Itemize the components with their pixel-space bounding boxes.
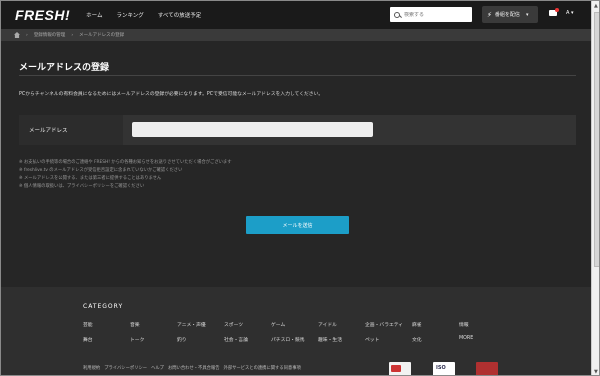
footer-links: 利用規約 プライバシーポリシー ヘルプ お問い合わせ・不具合報告 外部サービスと… bbox=[83, 365, 301, 371]
search-input[interactable] bbox=[404, 11, 469, 18]
footer-link-privacy[interactable]: プライバシーポリシー bbox=[104, 365, 147, 371]
footer-link-contact[interactable]: お問い合わせ・不具合報告 bbox=[168, 365, 220, 371]
home-icon[interactable] bbox=[14, 32, 20, 38]
category-link[interactable]: パチスロ・競馬 bbox=[271, 336, 318, 343]
partner-logo-icon bbox=[391, 365, 401, 372]
page-title: メールアドレスの登録 bbox=[19, 63, 110, 73]
footer-link-help[interactable]: ヘルプ bbox=[151, 365, 164, 371]
chevron-down-icon: ▾ bbox=[525, 11, 529, 18]
category-link[interactable]: 釣り bbox=[177, 336, 224, 343]
category-link[interactable]: 音楽 bbox=[130, 321, 177, 328]
page-description: PCからチャンネルの有料会員になるためにはメールアドレスの登録が必要になります。… bbox=[19, 92, 324, 97]
breadcrumb: › 登録情報の管理 › メールアドレスの登録 bbox=[1, 29, 591, 41]
category-link[interactable]: 企画・バラエティ bbox=[365, 321, 412, 328]
email-label: メールアドレス bbox=[19, 115, 123, 145]
search-icon bbox=[394, 11, 400, 18]
main-content: メールアドレスの登録 PCからチャンネルの有料会員になるためにはメールアドレスの… bbox=[1, 41, 591, 287]
scroll-down-icon[interactable]: ▼ bbox=[594, 369, 598, 375]
scrollbar-thumb[interactable] bbox=[594, 12, 599, 267]
notification-dot-icon bbox=[555, 8, 559, 12]
partner-badge-icon[interactable]: ISO bbox=[433, 362, 455, 375]
partner-badge-icon[interactable] bbox=[389, 362, 411, 375]
user-initial: A bbox=[566, 10, 570, 16]
breadcrumb-separator-icon: › bbox=[26, 32, 28, 38]
note-item: ※ 個人情報の取扱いは、プライバシーポリシーをご確認ください bbox=[19, 184, 145, 189]
category-link[interactable]: アニメ・声優 bbox=[177, 321, 224, 328]
notes-list: ※ お支払いの手続等の場合のご連絡や FRESH! からの各種お知らせをお送りさ… bbox=[19, 159, 232, 191]
search-box[interactable] bbox=[390, 7, 472, 22]
category-link[interactable]: 芸能 bbox=[83, 321, 130, 328]
site-header: FRESH! ホーム ランキング すべての放送予定 ⚡ 番組を配信 ▾ A ▾ bbox=[1, 1, 591, 29]
title-divider bbox=[19, 75, 576, 76]
email-field[interactable] bbox=[132, 122, 373, 137]
footer-link-terms[interactable]: 利用規約 bbox=[83, 365, 100, 371]
category-link[interactable]: 情報 bbox=[459, 321, 506, 328]
category-link[interactable]: ゲーム bbox=[271, 321, 318, 328]
broadcast-label: 番組を配信 bbox=[494, 12, 520, 18]
note-item: ※ メールアドレスを公開する、または第三者に提供することはありません bbox=[19, 176, 162, 181]
category-link[interactable]: アイドル bbox=[318, 321, 365, 328]
category-link[interactable]: 社会・言論 bbox=[224, 336, 271, 343]
category-link[interactable]: 舞台 bbox=[83, 336, 130, 343]
category-link[interactable]: ペット bbox=[365, 336, 412, 343]
broadcast-button[interactable]: ⚡ 番組を配信 ▾ bbox=[482, 6, 538, 23]
nav-schedule[interactable]: すべての放送予定 bbox=[158, 11, 201, 19]
browser-frame: FRESH! ホーム ランキング すべての放送予定 ⚡ 番組を配信 ▾ A ▾ … bbox=[0, 0, 600, 376]
footer-link-external[interactable]: 外部サービスとの連携に関する同意事項 bbox=[224, 365, 301, 371]
page-scrollbar[interactable]: ▲ ▼ bbox=[591, 1, 599, 375]
nav-ranking[interactable]: ランキング bbox=[116, 11, 143, 19]
main-nav: ホーム ランキング すべての放送予定 bbox=[86, 11, 201, 19]
breadcrumb-separator-icon: › bbox=[71, 32, 74, 38]
category-link[interactable]: トーク bbox=[130, 336, 177, 343]
breadcrumb-item-current: メールアドレスの登録 bbox=[79, 33, 125, 38]
category-grid: 芸能 音楽 アニメ・声優 スポーツ ゲーム アイドル 企画・バラエティ 麻雀 情… bbox=[83, 321, 506, 343]
note-item: ※ freshlive.tv のメールアドレスが受信拒否設定に含まれていないかご… bbox=[19, 168, 183, 173]
category-link[interactable]: MORE bbox=[459, 336, 506, 343]
send-email-button[interactable]: メールを送信 bbox=[246, 216, 349, 234]
category-link[interactable]: 趣味・生活 bbox=[318, 336, 365, 343]
note-item: ※ お支払いの手続等の場合のご連絡や FRESH! からの各種お知らせをお送りさ… bbox=[19, 160, 232, 165]
category-title: CATEGORY bbox=[83, 303, 124, 310]
mail-icon[interactable] bbox=[549, 8, 559, 16]
category-link[interactable]: スポーツ bbox=[224, 321, 271, 328]
nav-home[interactable]: ホーム bbox=[86, 11, 102, 19]
user-menu[interactable]: A ▾ bbox=[566, 10, 574, 16]
breadcrumb-item-account[interactable]: 登録情報の管理 bbox=[34, 32, 66, 38]
site-logo[interactable]: FRESH! bbox=[15, 7, 70, 23]
partner-badge-icon[interactable] bbox=[476, 362, 498, 375]
scroll-up-icon[interactable]: ▲ bbox=[594, 3, 598, 9]
site-footer: CATEGORY 芸能 音楽 アニメ・声優 スポーツ ゲーム アイドル 企画・バ… bbox=[1, 287, 591, 375]
bolt-icon: ⚡ bbox=[487, 10, 492, 19]
category-link[interactable]: 麻雀 bbox=[412, 321, 459, 328]
category-link[interactable]: 文化 bbox=[412, 336, 459, 343]
email-form-row: メールアドレス bbox=[19, 115, 576, 145]
